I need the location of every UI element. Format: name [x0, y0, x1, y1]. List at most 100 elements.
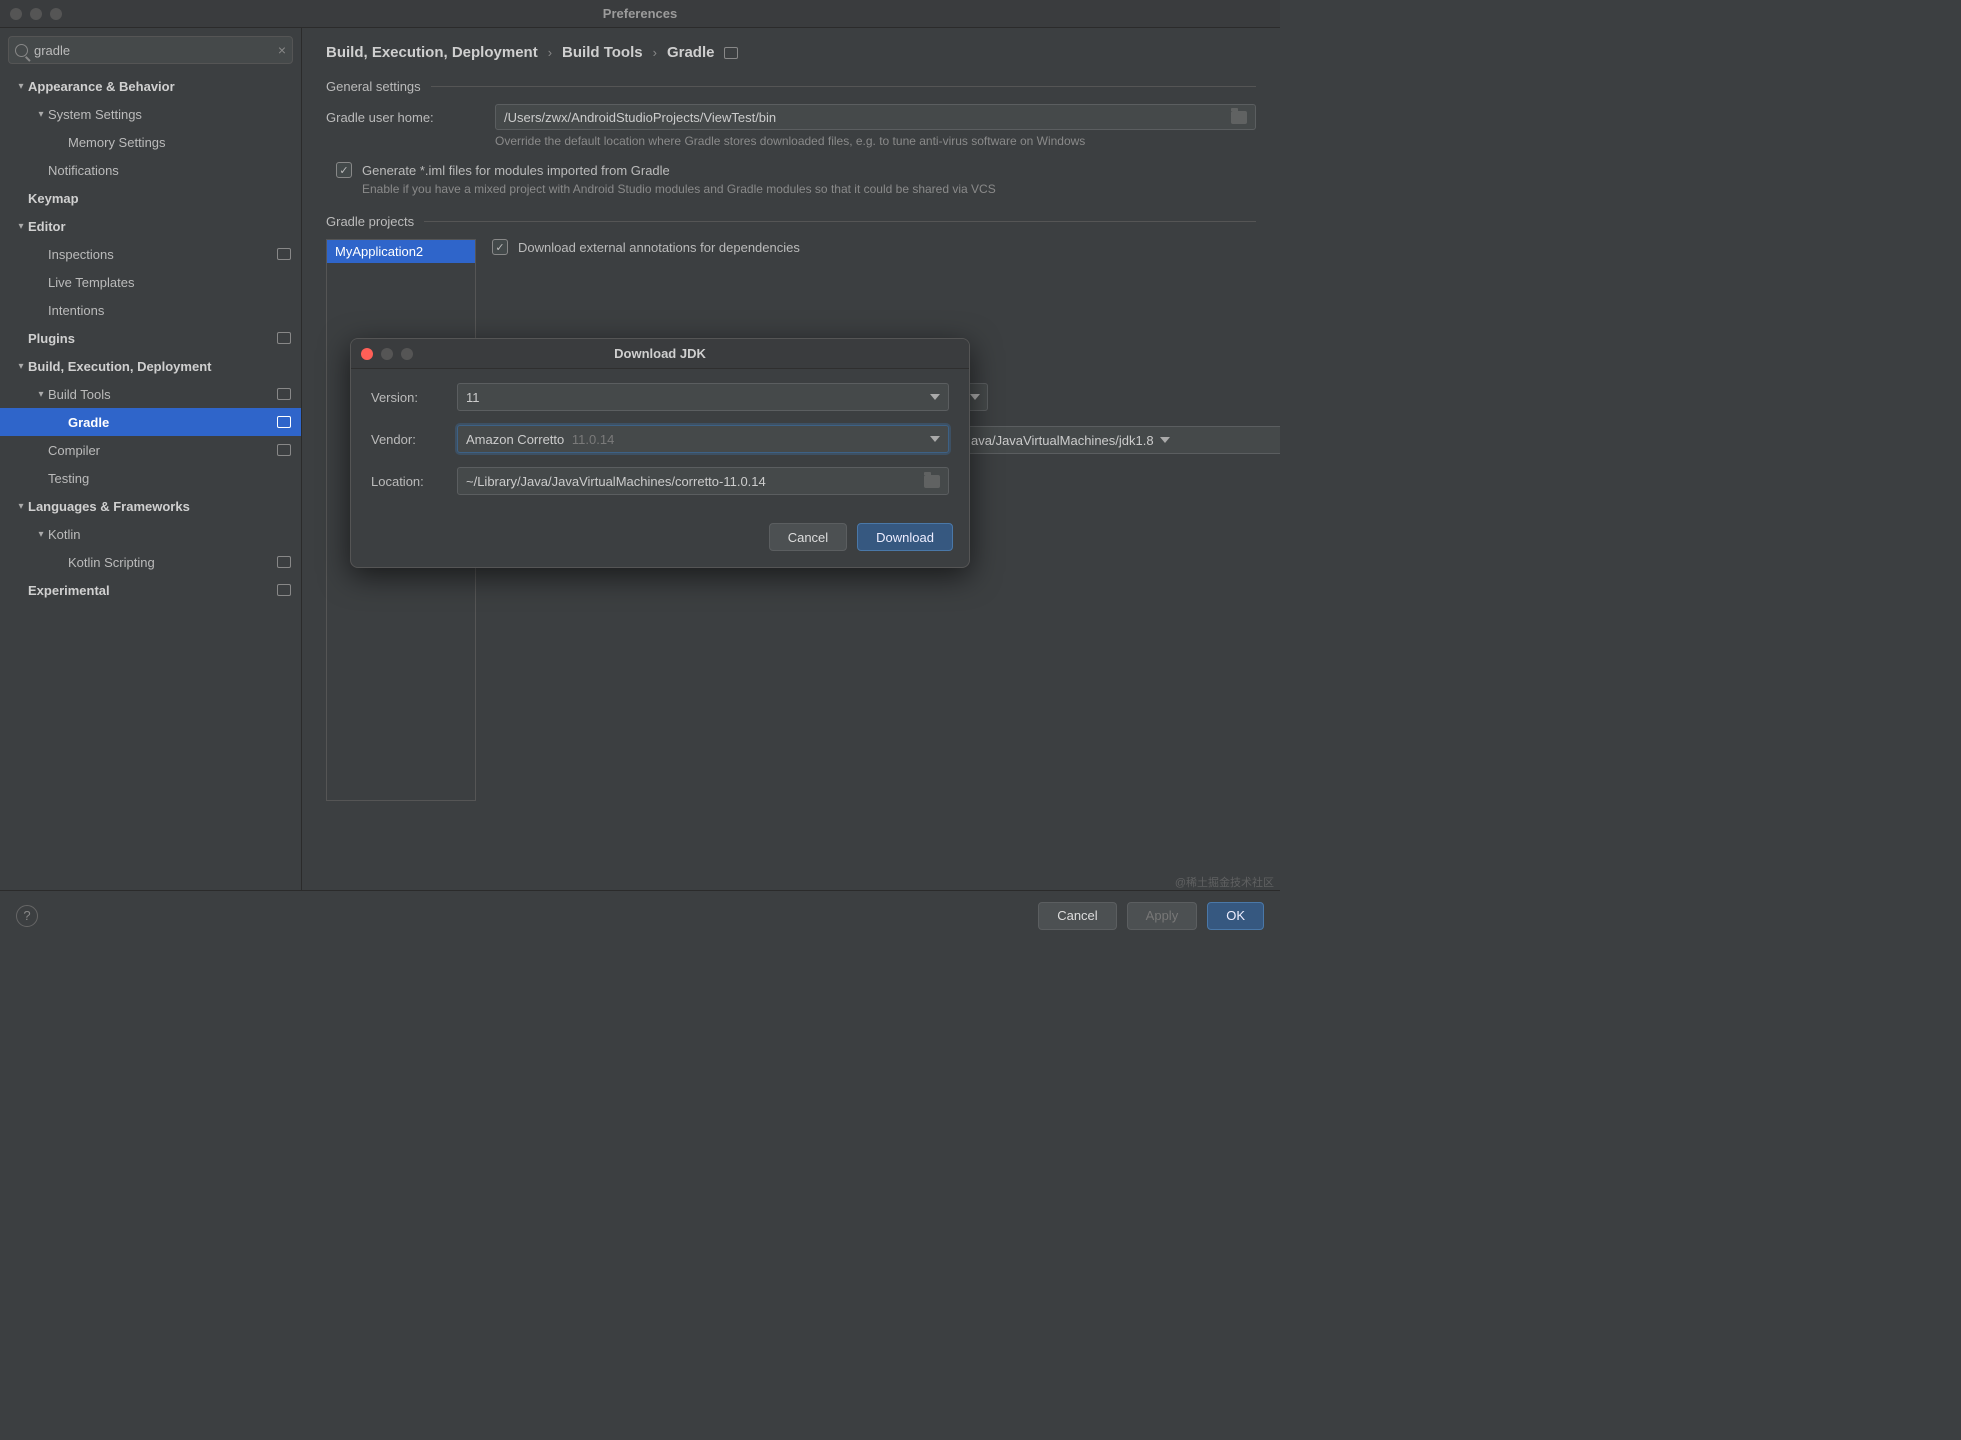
- tree-item[interactable]: Live Templates: [0, 268, 301, 296]
- tree-item[interactable]: Keymap: [0, 184, 301, 212]
- breadcrumb-sep: ›: [653, 45, 657, 60]
- tree-item-label: Memory Settings: [68, 135, 291, 150]
- tree-item[interactable]: Experimental: [0, 576, 301, 604]
- annotations-checkbox[interactable]: ✓: [492, 239, 508, 255]
- divider: [431, 86, 1256, 87]
- tree-item[interactable]: ▾Build Tools: [0, 380, 301, 408]
- modal-download-button[interactable]: Download: [857, 523, 953, 551]
- tree-item[interactable]: Gradle: [0, 408, 301, 436]
- sidebar: × ▾Appearance & Behavior▾System Settings…: [0, 28, 302, 890]
- help-button[interactable]: ?: [16, 905, 38, 927]
- modal-cancel-button[interactable]: Cancel: [769, 523, 847, 551]
- tree-item[interactable]: Plugins: [0, 324, 301, 352]
- tree-item[interactable]: ▾Appearance & Behavior: [0, 72, 301, 100]
- jdk-path-select[interactable]: ava/JavaVirtualMachines/jdk1.8: [962, 426, 1280, 454]
- tree-item[interactable]: ▾Build, Execution, Deployment: [0, 352, 301, 380]
- scope-badge-icon: [277, 248, 291, 260]
- breadcrumb-c[interactable]: Gradle: [667, 44, 715, 61]
- tree-item[interactable]: ▾Languages & Frameworks: [0, 492, 301, 520]
- vendor-select[interactable]: Amazon Corretto 11.0.14: [457, 425, 949, 453]
- location-label: Location:: [371, 474, 443, 489]
- scope-badge-icon: [724, 47, 738, 59]
- titlebar: Preferences: [0, 0, 1280, 28]
- chevron-down-icon: ▾: [14, 361, 28, 372]
- zoom-icon[interactable]: [50, 8, 62, 20]
- version-select[interactable]: 11: [457, 383, 949, 411]
- tree-item-label: Gradle: [68, 415, 271, 430]
- minimize-icon[interactable]: [381, 348, 393, 360]
- section-general-label: General settings: [326, 79, 421, 94]
- search-wrap: ×: [0, 28, 301, 72]
- cancel-button[interactable]: Cancel: [1038, 902, 1116, 930]
- location-value: ~/Library/Java/JavaVirtualMachines/corre…: [466, 474, 766, 489]
- chevron-down-icon: ▾: [14, 221, 28, 232]
- search-icon: [15, 44, 28, 57]
- scope-badge-icon: [277, 444, 291, 456]
- close-icon[interactable]: [361, 348, 373, 360]
- breadcrumb-sep: ›: [548, 45, 552, 60]
- folder-icon[interactable]: [924, 475, 940, 488]
- row-user-home: Gradle user home: /Users/zwx/AndroidStud…: [326, 104, 1256, 130]
- scope-badge-icon: [277, 332, 291, 344]
- tree-item-label: Compiler: [48, 443, 271, 458]
- version-value: 11: [466, 390, 480, 405]
- tree-item-label: Editor: [28, 219, 291, 234]
- tree-item[interactable]: Compiler: [0, 436, 301, 464]
- chevron-down-icon: ▾: [14, 501, 28, 512]
- modal-footer: Cancel Download: [351, 513, 969, 567]
- scope-badge-icon: [277, 416, 291, 428]
- chevron-down-icon: [1160, 437, 1170, 443]
- project-item-selected[interactable]: MyApplication2: [327, 240, 475, 263]
- ok-button[interactable]: OK: [1207, 902, 1264, 930]
- watermark: @稀土掘金技术社区: [1175, 874, 1274, 890]
- settings-tree: ▾Appearance & Behavior▾System Settings Me…: [0, 72, 301, 890]
- tree-item[interactable]: Testing: [0, 464, 301, 492]
- window-title: Preferences: [603, 6, 677, 21]
- chevron-down-icon: [930, 436, 940, 442]
- chevron-down-icon: ▾: [14, 81, 28, 92]
- row-annotations: ✓ Download external annotations for depe…: [492, 239, 1256, 255]
- modal-title: Download JDK: [614, 346, 706, 361]
- modal-body: Version: 11 Vendor: Amazon Corretto 11.0…: [351, 369, 969, 513]
- location-input[interactable]: ~/Library/Java/JavaVirtualMachines/corre…: [457, 467, 949, 495]
- tree-item[interactable]: ▾Editor: [0, 212, 301, 240]
- tree-item-label: Kotlin: [48, 527, 291, 542]
- tree-item[interactable]: Kotlin Scripting: [0, 548, 301, 576]
- row-vendor: Vendor: Amazon Corretto 11.0.14: [371, 425, 949, 453]
- chevron-down-icon: ▾: [34, 529, 48, 540]
- zoom-icon[interactable]: [401, 348, 413, 360]
- tree-item[interactable]: ▾Kotlin: [0, 520, 301, 548]
- minimize-icon[interactable]: [30, 8, 42, 20]
- user-home-input[interactable]: /Users/zwx/AndroidStudioProjects/ViewTes…: [495, 104, 1256, 130]
- iml-label: Generate *.iml files for modules importe…: [362, 163, 670, 178]
- tree-item[interactable]: Inspections: [0, 240, 301, 268]
- folder-icon[interactable]: [1231, 111, 1247, 124]
- tree-item-label: Experimental: [28, 583, 271, 598]
- search-input[interactable]: [34, 43, 272, 58]
- divider: [424, 221, 1256, 222]
- vendor-wrap: Amazon Corretto 11.0.14: [466, 432, 614, 447]
- tree-item-label: Testing: [48, 471, 291, 486]
- tree-item[interactable]: Intentions: [0, 296, 301, 324]
- chevron-down-icon: ▾: [34, 109, 48, 120]
- section-projects: Gradle projects: [326, 214, 1256, 229]
- tree-item[interactable]: Memory Settings: [0, 128, 301, 156]
- footer: ? Cancel Apply OK: [0, 890, 1280, 940]
- clear-search-icon[interactable]: ×: [278, 42, 286, 58]
- tree-item-label: Kotlin Scripting: [68, 555, 271, 570]
- tree-item[interactable]: Notifications: [0, 156, 301, 184]
- tree-item-label: Live Templates: [48, 275, 291, 290]
- breadcrumb-b[interactable]: Build Tools: [562, 44, 643, 61]
- breadcrumb-a[interactable]: Build, Execution, Deployment: [326, 44, 538, 61]
- tree-item-label: Inspections: [48, 247, 271, 262]
- tree-item[interactable]: ▾System Settings: [0, 100, 301, 128]
- search-box[interactable]: ×: [8, 36, 293, 64]
- user-home-hint: Override the default location where Grad…: [495, 134, 1256, 148]
- apply-button[interactable]: Apply: [1127, 902, 1198, 930]
- tree-item-label: Languages & Frameworks: [28, 499, 291, 514]
- version-label: Version:: [371, 390, 443, 405]
- vendor-value: Amazon Corretto: [466, 432, 564, 447]
- breadcrumb: Build, Execution, Deployment › Build Too…: [326, 44, 1256, 61]
- close-icon[interactable]: [10, 8, 22, 20]
- iml-checkbox[interactable]: ✓: [336, 162, 352, 178]
